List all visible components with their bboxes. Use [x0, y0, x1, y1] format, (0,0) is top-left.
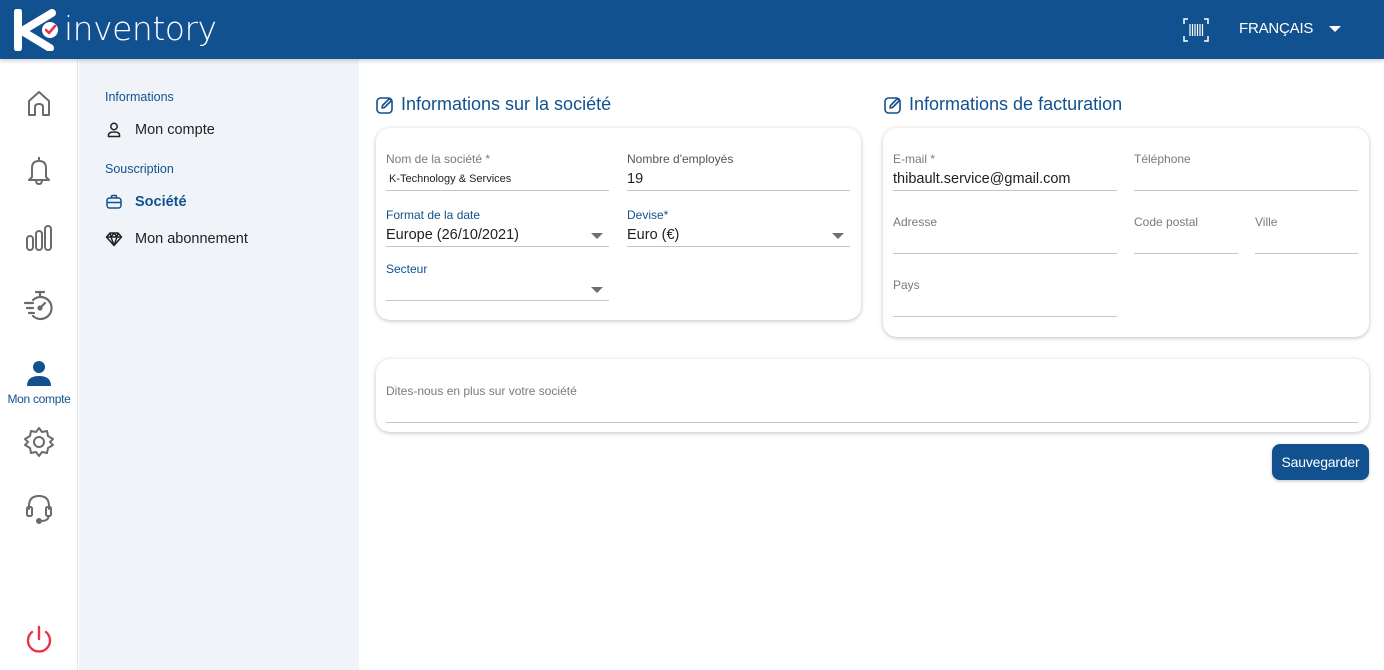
city-field: Ville: [1255, 215, 1358, 254]
dropdown-arrow-icon: [832, 233, 844, 239]
account-subnav: Informations Mon compte Souscription Soc…: [79, 59, 359, 670]
headset-icon: [26, 494, 52, 524]
company-name-label: Nom de la société *: [386, 152, 491, 166]
company-name-input[interactable]: K-Technology & Services: [386, 167, 609, 191]
email-label: E-mail *: [893, 152, 936, 166]
country-label: Pays: [893, 278, 920, 292]
billing-info-card: E-mail * thibault.service@gmail.com Télé…: [883, 128, 1369, 337]
sector-select[interactable]: [386, 277, 609, 301]
employees-field: Nombre d'employés 19: [627, 152, 850, 191]
dropdown-arrow-icon: [591, 233, 603, 239]
power-icon: [26, 625, 52, 653]
phone-input[interactable]: [1134, 167, 1358, 191]
currency-label: Devise*: [627, 208, 669, 222]
email-input[interactable]: thibault.service@gmail.com: [893, 167, 1117, 191]
email-field: E-mail * thibault.service@gmail.com: [893, 152, 1117, 191]
app-logo[interactable]: inventory: [12, 9, 217, 51]
address-field: Adresse: [893, 215, 1117, 254]
subnav-item-label: Mon abonnement: [135, 231, 248, 247]
postal-code-label: Code postal: [1134, 215, 1199, 229]
top-bar: inventory FRANÇAIS: [0, 0, 1384, 59]
chevron-down-icon: [1329, 26, 1342, 32]
barcode-scan-icon[interactable]: [1183, 17, 1209, 43]
nav-home[interactable]: [0, 87, 78, 121]
subnav-item-mon-compte[interactable]: Mon compte: [105, 121, 215, 139]
language-label: FRANÇAIS: [1239, 20, 1314, 37]
date-format-select[interactable]: Europe (26/10/2021): [386, 223, 609, 247]
phone-field: Téléphone: [1134, 152, 1358, 191]
nav-notifications[interactable]: [0, 153, 78, 187]
user-icon: [27, 361, 51, 386]
city-input[interactable]: [1255, 230, 1358, 254]
nav-support[interactable]: [0, 491, 78, 525]
currency-value: Euro (€): [627, 227, 680, 243]
company-title-text: Informations sur la société: [401, 94, 612, 114]
nav-settings[interactable]: [0, 425, 78, 459]
employees-label: Nombre d'employés: [627, 152, 734, 166]
language-selector[interactable]: FRANÇAIS: [1239, 20, 1342, 37]
date-format-value: Europe (26/10/2021): [386, 227, 520, 243]
home-icon: [28, 91, 50, 116]
currency-select[interactable]: Euro (€): [627, 223, 850, 247]
subnav-item-label: Mon compte: [135, 122, 215, 138]
country-field: Pays: [893, 278, 1117, 317]
sector-field: Secteur: [386, 262, 609, 301]
company-info-card: Nom de la société * K-Technology & Servi…: [376, 128, 861, 320]
postal-code-input[interactable]: [1134, 230, 1238, 254]
main-nav-rail: Mon compte: [0, 59, 78, 670]
about-company-label: Dites-nous en plus sur votre société: [386, 384, 577, 398]
stopwatch-fast-icon: [23, 290, 53, 321]
date-format-field: Format de la date Europe (26/10/2021): [386, 208, 609, 247]
bell-icon: [28, 157, 50, 185]
company-section-title: Informations sur la société: [375, 94, 611, 115]
user-outline-icon: [107, 122, 121, 138]
k-logo-icon: [14, 9, 58, 51]
about-company-input[interactable]: [386, 399, 1358, 423]
company-name-field: Nom de la société * K-Technology & Servi…: [386, 152, 609, 191]
country-input[interactable]: [893, 293, 1117, 317]
nav-activity[interactable]: [0, 288, 78, 322]
nav-my-account-label: Mon compte: [7, 392, 71, 406]
nav-statistics[interactable]: [0, 221, 78, 255]
city-label: Ville: [1255, 215, 1278, 229]
phone-label: Téléphone: [1134, 152, 1191, 166]
section-souscription: Souscription: [105, 162, 174, 176]
address-label: Adresse: [893, 215, 938, 229]
logout-button[interactable]: [0, 623, 78, 657]
edit-icon: [376, 96, 393, 114]
subnav-item-mon-abonnement[interactable]: Mon abonnement: [105, 230, 248, 248]
edit-icon: [884, 96, 901, 114]
chart-bars-icon: [26, 225, 52, 251]
subnav-item-societe[interactable]: Société: [105, 193, 187, 211]
dropdown-arrow-icon: [591, 287, 603, 293]
about-company-field: Dites-nous en plus sur votre société: [386, 384, 1358, 423]
sector-label: Secteur: [386, 262, 428, 276]
date-format-label: Format de la date: [386, 208, 481, 222]
nav-my-account[interactable]: Mon compte: [0, 356, 78, 406]
address-input[interactable]: [893, 230, 1117, 254]
currency-field: Devise* Euro (€): [627, 208, 850, 247]
billing-section-title: Informations de facturation: [883, 94, 1122, 115]
about-company-card: Dites-nous en plus sur votre société: [376, 359, 1369, 432]
employees-input[interactable]: 19: [627, 167, 850, 191]
subnav-item-label: Société: [135, 194, 187, 210]
briefcase-icon: [106, 194, 122, 209]
section-informations: Informations: [105, 90, 174, 104]
diamond-icon: [105, 232, 123, 247]
brand-name: inventory: [64, 8, 217, 48]
postal-code-field: Code postal: [1134, 215, 1238, 254]
billing-title-text: Informations de facturation: [909, 94, 1123, 114]
gear-icon: [24, 427, 54, 457]
save-button[interactable]: Sauvegarder: [1272, 444, 1369, 480]
